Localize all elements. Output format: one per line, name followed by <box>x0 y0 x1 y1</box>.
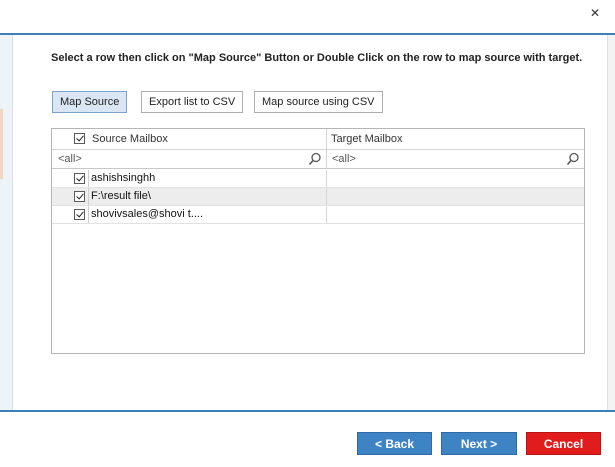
filter-divider <box>326 150 327 168</box>
close-icon[interactable]: ✕ <box>583 3 607 23</box>
target-filter-input[interactable]: <all> <box>329 150 564 168</box>
table-row[interactable]: F:\result file\ <box>52 188 584 206</box>
column-header-target[interactable]: Target Mailbox <box>331 129 403 149</box>
left-panel-accent <box>0 109 3 179</box>
back-button[interactable]: < Back <box>357 432 432 455</box>
export-csv-button[interactable]: Export list to CSV <box>141 91 244 113</box>
left-panel-edge <box>0 35 13 410</box>
select-all-checkbox[interactable] <box>74 133 85 144</box>
search-icon[interactable] <box>566 152 580 166</box>
source-cell: ashishsinghh <box>88 170 327 187</box>
wizard-footer: < Back Next > Cancel <box>0 412 615 467</box>
row-checkbox[interactable] <box>74 209 85 220</box>
row-checkbox[interactable] <box>74 173 85 184</box>
search-icon[interactable] <box>308 152 322 166</box>
top-divider <box>0 33 615 35</box>
header-divider <box>326 129 327 149</box>
mapping-grid[interactable]: Source Mailbox Target Mailbox <all> <all… <box>51 128 585 354</box>
row-checkbox[interactable] <box>74 191 85 202</box>
right-scroll-edge <box>607 35 615 410</box>
column-header-source[interactable]: Source Mailbox <box>92 129 168 149</box>
target-cell[interactable] <box>327 170 584 187</box>
table-row[interactable]: ashishsinghh <box>52 170 584 188</box>
next-button[interactable]: Next > <box>441 432 517 455</box>
target-cell[interactable] <box>327 206 584 223</box>
table-row[interactable]: shovivsales@shovi t.... <box>52 206 584 224</box>
map-using-csv-button[interactable]: Map source using CSV <box>254 91 383 113</box>
instruction-text: Select a row then click on "Map Source" … <box>51 52 583 64</box>
source-cell: shovivsales@shovi t.... <box>88 206 327 223</box>
grid-header: Source Mailbox Target Mailbox <box>52 129 584 150</box>
filter-row: <all> <all> <box>52 150 584 169</box>
source-cell: F:\result file\ <box>88 188 327 205</box>
target-cell[interactable] <box>327 188 584 205</box>
source-filter-input[interactable]: <all> <box>55 150 323 168</box>
map-source-button[interactable]: Map Source <box>52 91 128 113</box>
title-bar: ✕ <box>0 0 615 33</box>
cancel-button[interactable]: Cancel <box>526 432 601 455</box>
